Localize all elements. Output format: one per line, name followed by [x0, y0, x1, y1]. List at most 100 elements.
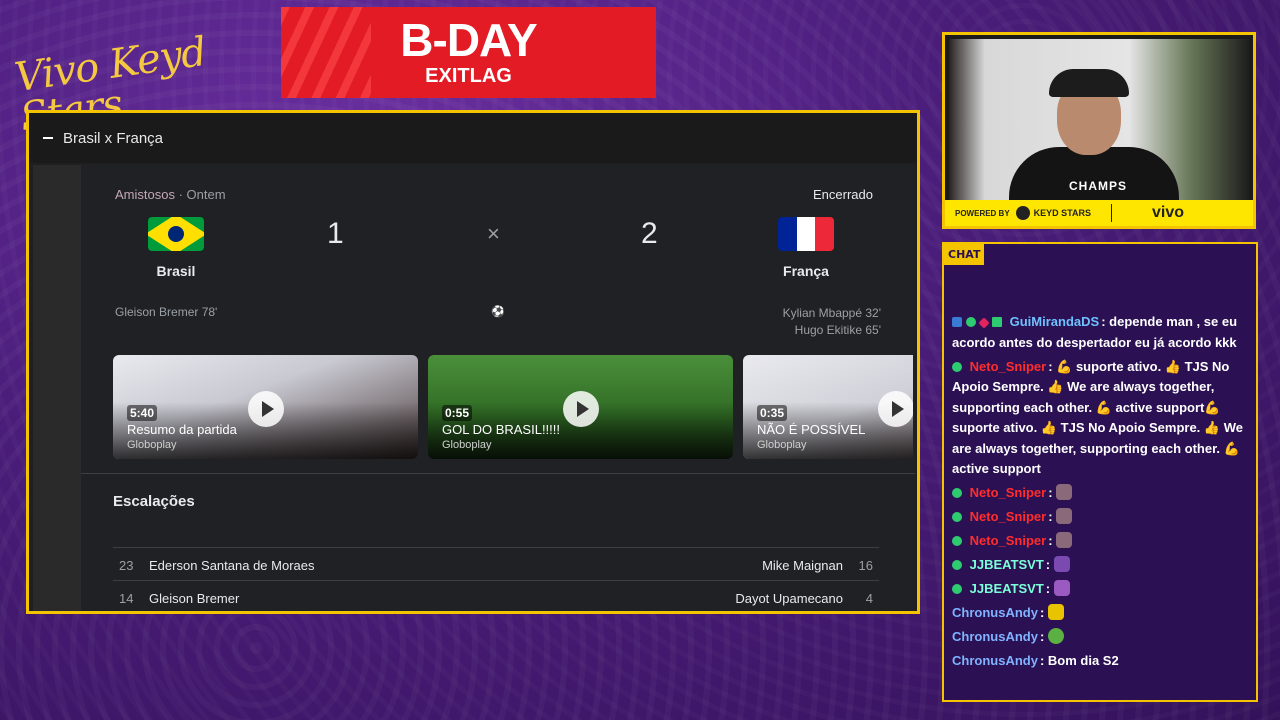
- tv-badge-icon: [952, 317, 962, 327]
- away-player-name[interactable]: Mike Maignan: [762, 558, 843, 573]
- emote-icon: [1053, 556, 1070, 572]
- home-player-number: 23: [119, 558, 134, 573]
- away-score: 2: [641, 217, 658, 250]
- chat-username[interactable]: JJBEATSVT: [970, 581, 1044, 596]
- back-icon[interactable]: [43, 137, 53, 139]
- banner-title: B-DAY: [400, 14, 537, 66]
- chat-text: :: [1045, 581, 1051, 596]
- france-flag-icon: [778, 217, 834, 251]
- bday-exitlag-banner: B-DAY EXITLAG: [281, 7, 656, 98]
- verified-badge-icon: [952, 361, 962, 372]
- chat-message: Neto_Sniper:: [952, 507, 1254, 528]
- chat-message: JJBEATSVT:: [952, 555, 1254, 576]
- away-team-name: França: [783, 263, 829, 279]
- verified-badge-icon: [966, 317, 976, 327]
- lineup-row: 14 Gleison Bremer Dayot Upamecano 4: [113, 581, 879, 611]
- soccer-ball-icon: ⚽: [491, 306, 505, 318]
- play-icon[interactable]: [877, 391, 913, 427]
- away-scorer: Hugo Ekitike 65': [794, 323, 881, 337]
- home-team[interactable]: Brasil: [131, 217, 221, 279]
- banner-subtitle: EXITLAG: [425, 65, 512, 87]
- emote-icon: [1047, 604, 1064, 620]
- side-column: [33, 165, 81, 611]
- away-scorer: Kylian Mbappé 32': [782, 306, 881, 320]
- chat-message: ChronusAndy: Bom dia S2: [952, 651, 1254, 672]
- video-source: Globoplay: [757, 439, 807, 451]
- home-team-name: Brasil: [156, 263, 196, 279]
- league-link[interactable]: Amistosos: [115, 187, 175, 202]
- chat-text: :: [1039, 605, 1045, 620]
- video-duration: 0:55: [442, 405, 473, 421]
- verified-badge-icon: [952, 536, 962, 546]
- emote-icon: [1047, 628, 1064, 644]
- away-team[interactable]: França: [761, 217, 851, 279]
- chat-username[interactable]: ChronusAndy: [952, 605, 1038, 620]
- chat-label: CHAT: [944, 244, 985, 265]
- sponsor-bar: POWERED BY KEYD STARS vivo: [945, 200, 1253, 226]
- highlight-videos: 5:40 Resumo da partida Globoplay 0:55 GO…: [113, 355, 913, 459]
- chat-username[interactable]: ChronusAndy: [952, 629, 1038, 644]
- verified-badge-icon: [952, 512, 962, 522]
- video-duration: 0:35: [757, 405, 788, 421]
- chat-text: : 💪 suporte ativo. 👍 TJS No Apoio Sempre…: [952, 358, 1243, 477]
- video-card[interactable]: 5:40 Resumo da partida Globoplay: [113, 355, 418, 459]
- chat-username[interactable]: Neto_Sniper: [970, 359, 1047, 374]
- video-title: GOL DO BRASIL!!!!!: [442, 422, 560, 437]
- match-date: · Ontem: [178, 187, 226, 202]
- webcam-panel: CHAMPS POWERED BY KEYD STARS vivo: [942, 32, 1256, 229]
- away-player-number: 4: [865, 591, 873, 606]
- chat-username[interactable]: Neto_Sniper: [970, 485, 1047, 500]
- emote-icon: [1056, 532, 1073, 548]
- webcam-feed: CHAMPS: [949, 39, 1249, 201]
- chat-message: GuiMirandaDS: depende man , se eu acordo…: [952, 312, 1254, 353]
- keyd-stars-label: KEYD STARS: [1033, 208, 1092, 218]
- chat-messages: GuiMirandaDS: depende man , se eu acordo…: [952, 312, 1254, 675]
- powered-by-label: POWERED BY: [955, 208, 1010, 218]
- lineups-title: Escalações: [113, 493, 195, 510]
- chat-username[interactable]: ChronusAndy: [952, 653, 1038, 668]
- plus-badge-icon: [992, 317, 1002, 327]
- chat-text: :: [1048, 485, 1053, 500]
- video-title: NÃO É POSSÍVEL: [757, 422, 866, 437]
- match-card: Amistosos · Ontem Encerrado Brasil 1 × 2…: [81, 165, 915, 611]
- chat-username[interactable]: JJBEATSVT: [970, 557, 1044, 572]
- play-icon[interactable]: [247, 391, 284, 427]
- chat-username[interactable]: Neto_Sniper: [970, 533, 1047, 548]
- video-title: Resumo da partida: [127, 422, 237, 437]
- emote-icon: [1053, 580, 1070, 596]
- emote-icon: [1056, 484, 1073, 500]
- video-card[interactable]: 0:35 NÃO É POSSÍVEL Globoplay: [743, 355, 913, 459]
- chat-message: ChronusAndy:: [952, 603, 1254, 624]
- sponsor-divider: [1111, 204, 1113, 222]
- chat-username[interactable]: GuiMirandaDS: [1010, 314, 1100, 329]
- away-scorers: Kylian Mbappé 32' Hugo Ekitike 65': [783, 305, 881, 339]
- video-card[interactable]: 0:55 GOL DO BRASIL!!!!! Globoplay: [428, 355, 733, 459]
- chat-message: Neto_Sniper: 💪 suporte ativo. 👍 TJS No A…: [952, 357, 1254, 480]
- vivo-logo: vivo: [1152, 204, 1185, 221]
- home-player-name[interactable]: Ederson Santana de Moraes: [149, 558, 315, 573]
- emote-icon: [1056, 508, 1073, 524]
- verified-badge-icon: [952, 584, 962, 594]
- away-player-number: 16: [858, 558, 873, 573]
- chat-text: : Bom dia S2: [1039, 653, 1119, 668]
- match-title: Brasil x França: [63, 129, 164, 147]
- chat-message: ChronusAndy:: [952, 627, 1254, 648]
- versus-symbol: ×: [487, 221, 500, 246]
- section-divider: [81, 473, 915, 474]
- chat-message: Neto_Sniper:: [952, 483, 1254, 504]
- match-meta: Amistosos · Ontem: [115, 187, 226, 202]
- keyd-stars-icon: [1015, 206, 1030, 220]
- home-scorer: Gleison Bremer 78': [115, 305, 218, 319]
- home-player-number: 14: [119, 591, 134, 606]
- play-icon[interactable]: [562, 391, 599, 427]
- chat-username[interactable]: Neto_Sniper: [970, 509, 1047, 524]
- home-player-name[interactable]: Gleison Bremer: [149, 591, 239, 606]
- verified-badge-icon: [952, 560, 962, 570]
- match-frame: Brasil x França Amistosos · Ontem Encerr…: [26, 110, 920, 614]
- chat-text: :: [1048, 509, 1053, 524]
- brazil-flag-icon: [148, 217, 204, 251]
- champs-logo: CHAMPS: [1069, 179, 1128, 193]
- chat-panel: CHAT GuiMirandaDS: depende man , se eu a…: [942, 242, 1258, 702]
- video-source: Globoplay: [127, 439, 177, 451]
- away-player-name[interactable]: Dayot Upamecano: [735, 591, 843, 606]
